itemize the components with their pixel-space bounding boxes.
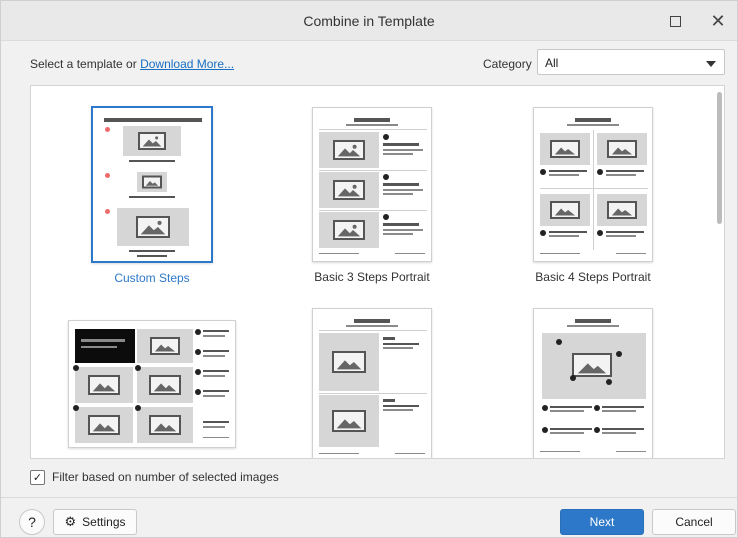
- settings-label: Settings: [82, 515, 126, 529]
- template-label: Custom Steps: [114, 271, 190, 285]
- maximize-icon: [669, 15, 681, 27]
- image-placeholder-icon: [333, 180, 365, 200]
- template-toolbar: Select a template or Download More... Ca…: [1, 49, 737, 77]
- image-placeholder-icon: [550, 201, 580, 219]
- template-thumbnail: [533, 107, 653, 262]
- image-placeholder-icon: [88, 415, 120, 435]
- prompt-text: Select a template or: [30, 57, 141, 71]
- image-placeholder-icon: [136, 216, 170, 238]
- template-label: Basic 4 Steps Portrait: [535, 270, 651, 284]
- settings-button[interactable]: ⚙ Settings: [53, 509, 137, 535]
- maximize-button[interactable]: [660, 9, 690, 33]
- close-icon: ✕: [710, 11, 726, 31]
- category-select[interactable]: All: [537, 49, 725, 75]
- dialog-title: Combine in Template: [303, 13, 435, 29]
- gallery-scrollbar[interactable]: [714, 86, 724, 458]
- image-placeholder-icon: [332, 351, 366, 373]
- checkmark-icon: ✓: [32, 471, 43, 484]
- filter-option[interactable]: ✓ Filter based on number of selected ima…: [30, 469, 279, 485]
- template-gallery[interactable]: Custom Steps Basic 3 Steps Portrait Basi…: [30, 85, 725, 459]
- title-bar: Combine in Template ✕: [1, 1, 737, 41]
- select-template-prompt: Select a template or Download More...: [30, 57, 234, 71]
- footer-divider: [1, 497, 737, 498]
- image-placeholder-icon: [142, 175, 162, 189]
- image-placeholder-icon: [88, 375, 120, 395]
- image-placeholder-icon: [138, 132, 166, 150]
- filter-label[interactable]: Filter based on number of selected image…: [52, 470, 279, 484]
- next-button[interactable]: Next: [560, 509, 644, 535]
- template-thumbnail: [533, 308, 653, 458]
- image-placeholder-icon: [333, 220, 365, 240]
- image-placeholder-icon: [550, 140, 580, 158]
- template-label: Basic 3 Steps Portrait: [314, 270, 430, 284]
- image-placeholder-icon: [149, 375, 181, 395]
- close-button[interactable]: ✕: [703, 9, 733, 33]
- cancel-button[interactable]: Cancel: [652, 509, 736, 535]
- template-thumbnail: [68, 320, 236, 448]
- image-placeholder-icon: [332, 410, 366, 432]
- category-label: Category: [483, 57, 532, 71]
- chevron-down-icon: [706, 61, 716, 67]
- image-placeholder-icon: [607, 201, 637, 219]
- image-placeholder-icon: [333, 140, 365, 160]
- scrollbar-thumb[interactable]: [717, 92, 722, 224]
- category-value: All: [545, 56, 559, 70]
- template-thumbnail: [312, 107, 432, 262]
- help-icon: ?: [28, 514, 36, 530]
- template-thumbnail: [91, 106, 213, 263]
- image-placeholder-icon: [150, 337, 180, 355]
- help-button[interactable]: ?: [19, 509, 45, 535]
- image-placeholder-icon: [572, 353, 612, 377]
- gear-icon: ⚙: [64, 514, 77, 529]
- filter-checkbox[interactable]: ✓: [30, 469, 45, 485]
- template-thumbnail: [312, 308, 432, 458]
- combine-in-template-dialog: Combine in Template ✕ Select a template …: [0, 0, 738, 538]
- image-placeholder-icon: [149, 415, 181, 435]
- image-placeholder-icon: [607, 140, 637, 158]
- download-more-link[interactable]: Download More...: [140, 57, 234, 71]
